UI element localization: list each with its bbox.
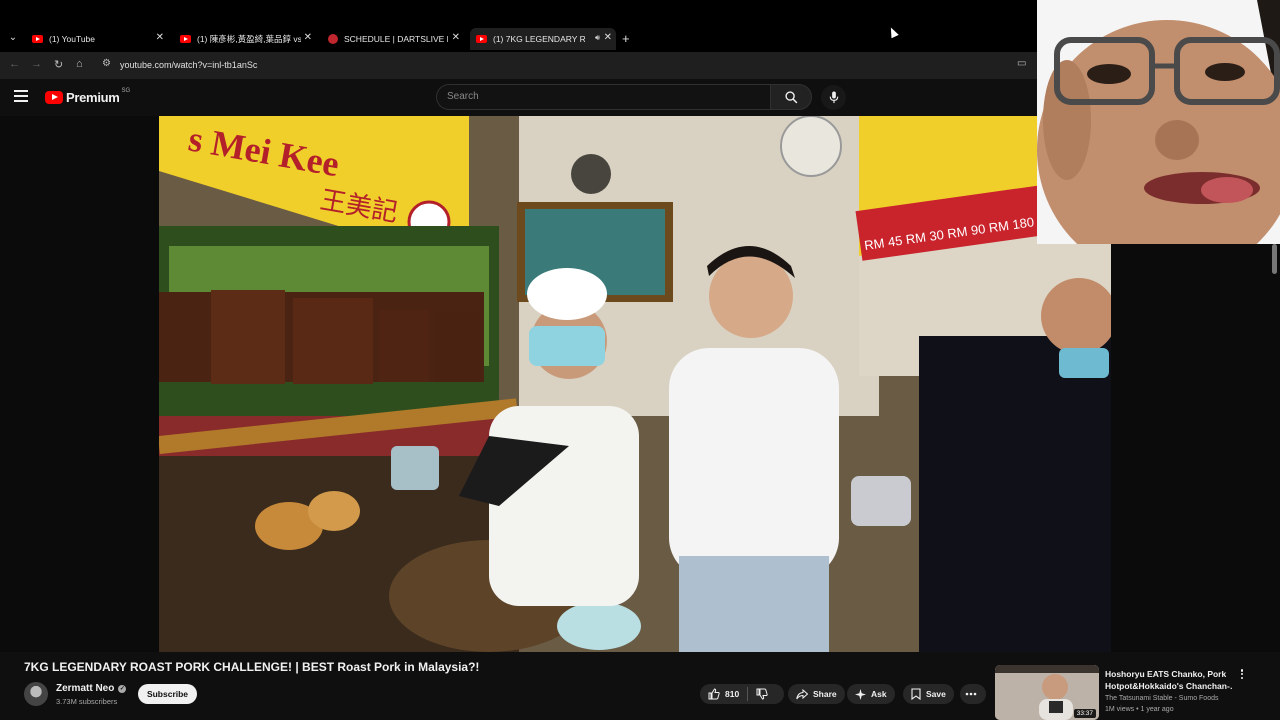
tab-youtube-home[interactable]: (1) YouTube ✕ — [26, 28, 168, 50]
thumbs-up-icon — [708, 688, 720, 700]
tab-roast-pork-video[interactable]: (1) 7KG LEGENDARY ROAST 🔊︎ ✕ — [470, 28, 616, 50]
dislike-button[interactable] — [748, 684, 781, 704]
address-bar-url[interactable]: youtube.com/watch?v=inl-tb1anSc — [120, 60, 257, 70]
back-arrow-icon[interactable]: ← — [9, 58, 20, 70]
logo-wordmark: Premium — [66, 90, 120, 105]
channel-name: Zermatt Neo — [56, 683, 115, 694]
youtube-logo-icon — [45, 91, 63, 104]
subscribe-button[interactable]: Subscribe — [138, 684, 197, 704]
recommended-video-thumbnail[interactable]: 33:37 — [995, 665, 1099, 720]
home-icon[interactable]: ⌂ — [76, 58, 83, 70]
search-input[interactable] — [437, 85, 770, 108]
voice-search-button[interactable] — [821, 85, 846, 110]
close-tab-icon[interactable]: ✕ — [604, 32, 612, 43]
video-player[interactable]: s Mei Kee 王美記 RM 45 RM 30 RM 90 RM 180 — [159, 116, 1111, 652]
country-code: SG — [121, 87, 131, 94]
recommended-video-meta: 1M views • 1 year ago — [1105, 706, 1174, 713]
microphone-icon — [829, 91, 838, 104]
menu-hamburger-icon[interactable] — [14, 90, 28, 102]
recommended-video-title[interactable]: Hoshoryu EATS Chanko, Pork Hotpot&Hokkai… — [1105, 668, 1233, 692]
page-scrollbar[interactable] — [1272, 244, 1277, 274]
rec-title-line-1: Hoshoryu EATS Chanko, Pork — [1105, 669, 1227, 679]
like-button[interactable]: 810 — [700, 684, 747, 704]
save-label: Save — [926, 689, 946, 699]
channel-avatar[interactable] — [24, 682, 48, 706]
verified-check-icon: ✓ — [118, 684, 127, 693]
close-tab-icon[interactable]: ✕ — [452, 32, 460, 43]
site-settings-icon[interactable]: ⚙︎ — [102, 58, 111, 69]
reload-icon[interactable]: ↻ — [54, 58, 63, 71]
video-duration: 33:37 — [1073, 709, 1096, 718]
more-actions-button[interactable] — [960, 684, 986, 704]
rec-title-line-2: Hotpot&Hokkaido's Chanchan-… — [1105, 681, 1233, 691]
video-title: 7KG LEGENDARY ROAST PORK CHALLENGE! | BE… — [24, 660, 480, 674]
like-dislike-group: 810 — [700, 684, 784, 704]
tab-search-chevron-icon[interactable]: ⌄ — [6, 31, 20, 45]
close-tab-icon[interactable]: ✕ — [156, 32, 164, 43]
thumbs-down-icon — [756, 688, 768, 700]
cast-icon[interactable]: ▭ — [1017, 58, 1026, 69]
speaker-icon[interactable]: 🔊︎ — [595, 33, 600, 43]
tab-title: (1) 陳彥彬,黃盈綺,葉品錞 vs 鄒… — [197, 34, 301, 44]
share-button[interactable]: Share — [788, 684, 845, 704]
share-arrow-icon — [796, 688, 808, 699]
search-box — [436, 84, 770, 110]
forward-arrow-icon[interactable]: → — [31, 58, 42, 70]
tab-title: (1) YouTube — [49, 34, 95, 44]
video-frame-image: s Mei Kee 王美記 RM 45 RM 30 RM 90 RM 180 — [159, 116, 1111, 652]
tab-dartslive-schedule[interactable]: SCHEDULE | DARTSLIVE LEAGUE ✕ — [322, 28, 464, 50]
ask-label: Ask — [871, 689, 887, 699]
more-horizontal-icon — [965, 692, 976, 696]
save-button[interactable]: Save — [903, 684, 954, 704]
tab-title: SCHEDULE | DARTSLIVE LEAGUE — [344, 34, 448, 44]
more-vertical-icon[interactable] — [1237, 667, 1247, 681]
youtube-favicon-icon — [32, 35, 43, 43]
bookmark-icon — [911, 688, 921, 700]
close-tab-icon[interactable]: ✕ — [304, 32, 312, 43]
tab-title: (1) 7KG LEGENDARY ROAST — [493, 34, 585, 44]
youtube-favicon-icon — [476, 35, 487, 43]
subscriber-count: 3.73M subscribers — [56, 697, 118, 706]
dartslive-favicon-icon — [328, 34, 338, 44]
search-button[interactable] — [770, 84, 812, 110]
like-count: 810 — [725, 689, 740, 699]
search-icon — [784, 90, 797, 103]
ask-button[interactable]: Ask — [847, 684, 895, 704]
sparkle-icon — [855, 688, 866, 700]
share-label: Share — [813, 689, 837, 699]
channel-name-link[interactable]: Zermatt Neo ✓ — [56, 683, 127, 694]
mouse-cursor-icon — [887, 25, 899, 39]
youtube-premium-logo[interactable]: Premium SG — [45, 87, 131, 105]
streamer-face-image — [1037, 0, 1280, 244]
youtube-favicon-icon — [180, 35, 191, 43]
recommended-channel-name[interactable]: The Tatsunami Stable - Sumo Foods — [1105, 695, 1218, 702]
tab-youtube-darts-match[interactable]: (1) 陳彥彬,黃盈綺,葉品錞 vs 鄒… ✕ — [174, 28, 316, 50]
webcam-overlay — [1037, 0, 1280, 244]
new-tab-plus-icon[interactable]: + — [622, 31, 630, 46]
